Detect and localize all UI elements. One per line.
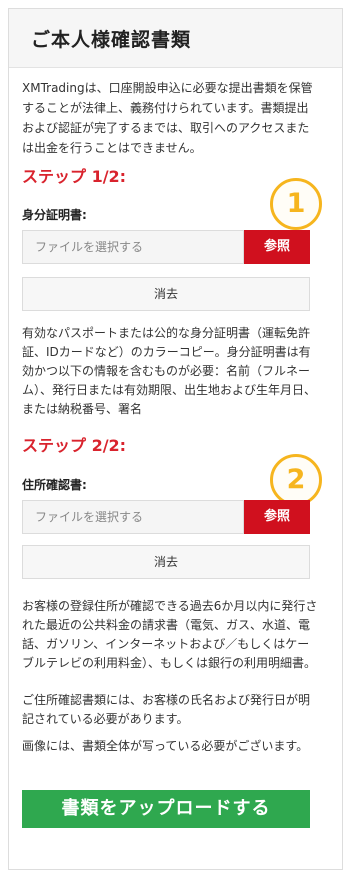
id-document-file-row: ファイルを選択する 参照 — [22, 230, 310, 264]
address-document-file-row: ファイルを選択する 参照 — [22, 500, 310, 534]
address-document-note-image: 画像には、書類全体が写っている必要がございます。 — [22, 739, 309, 753]
upload-documents-button[interactable]: 書類をアップロードする — [22, 790, 310, 828]
address-document-clear-button[interactable]: 消去 — [22, 545, 310, 579]
id-document-clear-button[interactable]: 消去 — [22, 277, 310, 311]
panel-header: ご本人様確認書類 — [9, 9, 342, 68]
address-document-description: お客様の登録住所が確認できる過去6か月以内に発行された最近の公共料金の請求書（電… — [22, 599, 318, 670]
step2-number-badge: 2 — [270, 454, 322, 506]
page-title: ご本人様確認書類 — [31, 28, 192, 51]
address-document-label: 住所確認書: — [22, 478, 87, 492]
step1-number-badge: 1 — [270, 178, 322, 230]
intro-text: XMTradingは、口座開設申込に必要な提出書類を保管することが法律上、義務付… — [22, 81, 313, 155]
address-document-note-name: ご住所確認書類には、お客様の氏名および発行日が明記されている必要があります。 — [22, 693, 311, 726]
step2-title: ステップ 2/2: — [22, 436, 127, 455]
step1-title: ステップ 1/2: — [22, 167, 127, 186]
id-document-description: 有効なパスポートまたは公的な身分証明書（運転免許証、IDカードなど）のカラーコピ… — [22, 326, 317, 416]
address-document-file-input[interactable]: ファイルを選択する — [22, 500, 244, 534]
id-document-file-input[interactable]: ファイルを選択する — [22, 230, 244, 264]
id-document-browse-button[interactable]: 参照 — [244, 230, 310, 264]
address-document-browse-button[interactable]: 参照 — [244, 500, 310, 534]
id-document-label: 身分証明書: — [22, 208, 87, 222]
